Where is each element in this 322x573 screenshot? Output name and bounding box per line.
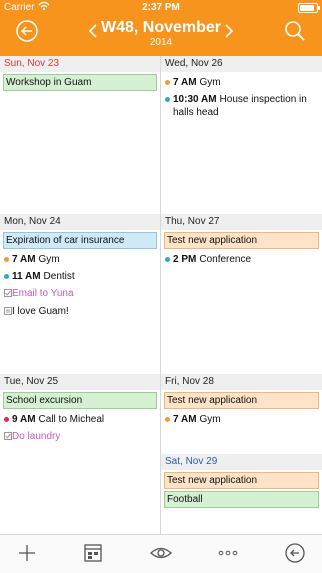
event-time: 7 AM — [173, 414, 197, 425]
timed-event[interactable]: 2 PM Conference — [165, 253, 318, 266]
day-cell-sun[interactable]: Sun, Nov 23 Workshop in Guam — [0, 56, 160, 214]
day-header-tue: Tue, Nov 25 — [0, 374, 160, 390]
event-time: 11 AM — [12, 271, 41, 282]
year-label: 2014 — [149, 37, 173, 48]
event-title: Gym — [199, 77, 221, 88]
add-icon[interactable] — [14, 541, 40, 565]
week-title-block: W48, November 2014 — [0, 18, 322, 49]
day-header-sun: Sun, Nov 23 — [0, 56, 160, 72]
day-header-sat: Sat, Nov 29 — [161, 454, 322, 470]
event-time: 10:30 AM — [173, 94, 217, 105]
event-title: Gym — [199, 414, 221, 425]
day-cell-thu[interactable]: Thu, Nov 27 Test new application 2 PM Con… — [161, 214, 322, 374]
task-item[interactable]: Email to Yuna — [4, 287, 156, 301]
event-dot-icon — [4, 274, 9, 279]
allday-event[interactable]: Test new application — [164, 472, 319, 489]
day-header-mon: Mon, Nov 24 — [0, 214, 160, 230]
day-cell-fri[interactable]: Fri, Nov 28 Test new application 7 AM Gym — [161, 374, 322, 454]
today-icon[interactable] — [282, 541, 308, 565]
event-title: Dentist — [43, 271, 75, 282]
allday-event[interactable]: Expiration of car insurance — [3, 232, 157, 249]
week-title: W48, November — [100, 19, 222, 36]
day-header-thu: Thu, Nov 27 — [161, 214, 322, 230]
bottom-toolbar — [0, 534, 322, 573]
timed-event[interactable]: 9 AM Call to Micheal — [4, 413, 156, 426]
task-title: Email to Yuna — [12, 288, 74, 299]
event-dot-icon — [4, 417, 9, 422]
day-cell-sat[interactable]: Sat, Nov 29 Test new application Footbal… — [161, 454, 322, 534]
timed-event[interactable]: 7 AM Gym — [4, 253, 156, 266]
status-bar: Carrier 2:37 PM — [0, 0, 322, 16]
timed-event[interactable]: 7 AM Gym — [165, 413, 318, 426]
search-icon[interactable] — [282, 18, 308, 44]
event-dot-icon — [165, 417, 170, 422]
note-item[interactable]: I love Guam! — [4, 305, 156, 319]
event-dot-icon — [4, 257, 9, 262]
day-cell-mon[interactable]: Mon, Nov 24 Expiration of car insurance … — [0, 214, 160, 374]
event-dot-icon — [165, 97, 170, 102]
event-time: 2 PM — [173, 254, 197, 265]
checkbox-icon[interactable] — [4, 289, 12, 297]
battery-icon — [298, 3, 320, 13]
allday-event[interactable]: Test new application — [164, 232, 319, 249]
checkbox-icon[interactable] — [4, 432, 12, 440]
next-week-icon[interactable] — [224, 24, 234, 38]
event-title: Gym — [38, 254, 60, 265]
event-title: Conference — [199, 254, 252, 265]
allday-event[interactable]: Test new application — [164, 392, 319, 409]
allday-event[interactable]: Football — [164, 491, 319, 508]
event-dot-icon — [165, 257, 170, 262]
allday-event[interactable]: School excursion — [3, 392, 157, 409]
clock: 2:37 PM — [142, 2, 180, 13]
header: Carrier 2:37 PM W48, November 2014 — [0, 0, 322, 56]
event-dot-icon — [165, 80, 170, 85]
event-title: Call to Micheal — [38, 414, 105, 425]
event-time: 7 AM — [12, 254, 36, 265]
timed-event[interactable]: 7 AM Gym — [165, 76, 318, 89]
task-title: Do laundry — [12, 431, 61, 442]
day-cell-tue[interactable]: Tue, Nov 25 School excursion 9 AM Call to… — [0, 374, 160, 534]
note-icon — [4, 307, 12, 315]
note-title: I love Guam! — [12, 306, 69, 317]
eye-icon[interactable] — [148, 541, 174, 565]
allday-event[interactable]: Workshop in Guam — [3, 74, 157, 91]
task-item[interactable]: Do laundry — [4, 430, 156, 444]
day-header-fri: Fri, Nov 28 — [161, 374, 322, 390]
day-header-wed: Wed, Nov 26 — [161, 56, 322, 72]
calendar-view-icon[interactable] — [80, 541, 106, 565]
event-time: 7 AM — [173, 77, 197, 88]
event-time: 9 AM — [12, 414, 36, 425]
timed-event[interactable]: 11 AM Dentist — [4, 270, 156, 283]
more-icon[interactable] — [215, 541, 241, 565]
timed-event[interactable]: 10:30 AM House inspection in halls head — [165, 93, 318, 119]
day-cell-wed[interactable]: Wed, Nov 26 7 AM Gym 10:30 AM House inspec… — [161, 56, 322, 214]
